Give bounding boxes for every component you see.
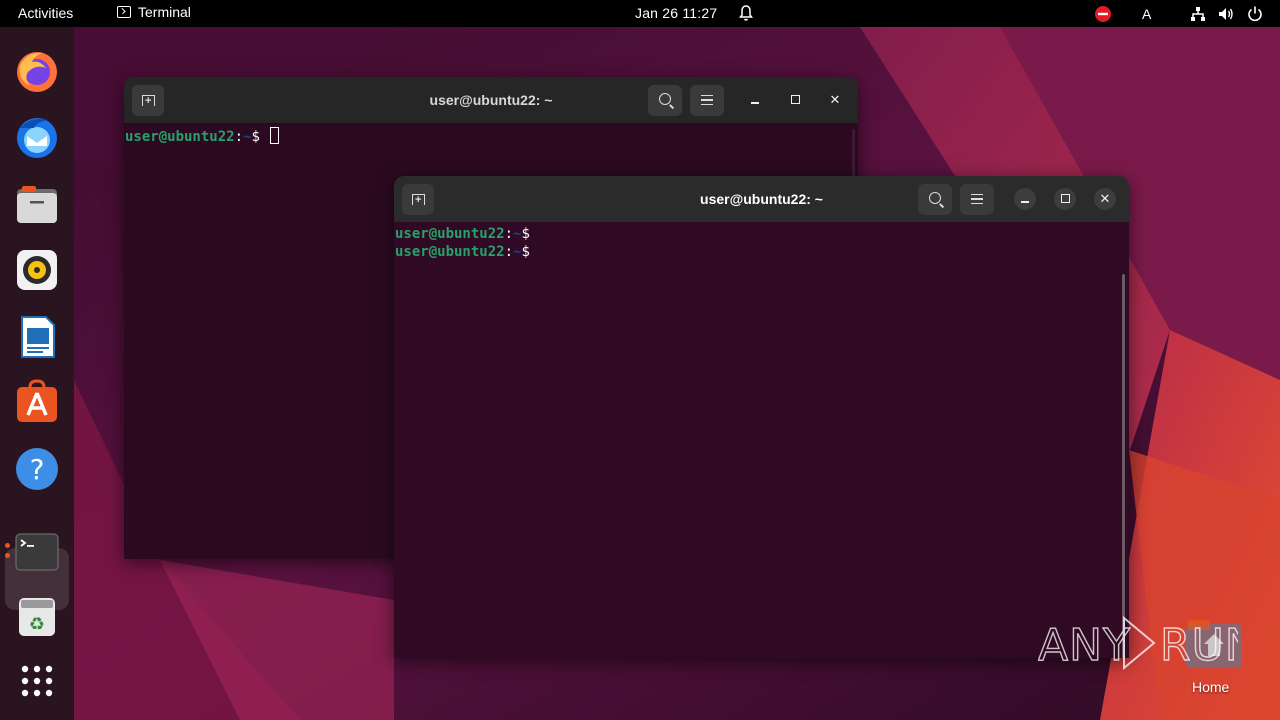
svg-text:RUN: RUN bbox=[1160, 620, 1238, 671]
volume-icon[interactable] bbox=[1217, 5, 1235, 23]
menu-button[interactable] bbox=[690, 85, 724, 116]
terminal-output[interactable]: user@ubuntu22:~$ user@ubuntu22:~$ bbox=[394, 222, 1129, 658]
show-applications-icon[interactable] bbox=[14, 658, 60, 704]
maximize-button[interactable] bbox=[784, 89, 806, 111]
minimize-button[interactable] bbox=[744, 89, 766, 111]
clock-button[interactable]: Jan 26 11:27 bbox=[635, 5, 717, 21]
anyrun-watermark-logo: ANY RUN bbox=[1038, 615, 1238, 672]
terminal-line: user@ubuntu22:~$ bbox=[395, 226, 530, 242]
terminal-icon bbox=[117, 6, 131, 18]
firefox-icon[interactable] bbox=[14, 48, 60, 94]
help-icon[interactable]: ? bbox=[14, 446, 60, 492]
home-folder-label: Home bbox=[1192, 679, 1230, 695]
window-titlebar[interactable]: + user@ubuntu22: ~ ✕ bbox=[394, 176, 1129, 222]
power-icon[interactable] bbox=[1246, 5, 1264, 23]
window-titlebar[interactable]: + user@ubuntu22: ~ ✕ bbox=[124, 77, 858, 123]
minimize-button[interactable] bbox=[1014, 188, 1036, 210]
network-wired-icon[interactable] bbox=[1189, 5, 1207, 23]
search-button[interactable] bbox=[918, 184, 952, 215]
running-indicator bbox=[5, 543, 10, 548]
rhythmbox-icon[interactable] bbox=[14, 247, 60, 293]
app-name-label: Terminal bbox=[138, 4, 191, 20]
svg-text:?: ? bbox=[30, 453, 45, 486]
maximize-icon bbox=[1060, 194, 1070, 203]
minimize-icon bbox=[751, 102, 759, 104]
thunderbird-icon[interactable] bbox=[14, 114, 60, 160]
search-icon bbox=[929, 192, 941, 204]
running-indicator bbox=[5, 553, 10, 558]
libreoffice-writer-icon[interactable] bbox=[14, 314, 60, 360]
text-cursor bbox=[270, 127, 280, 144]
close-button[interactable]: ✕ bbox=[1094, 188, 1116, 210]
svg-text:ANY: ANY bbox=[1038, 620, 1131, 671]
hamburger-menu-icon bbox=[971, 194, 983, 204]
terminal-line: user@ubuntu22:~$ bbox=[395, 244, 530, 260]
terminal-line: user@ubuntu22:~$ bbox=[125, 127, 280, 145]
minimize-icon bbox=[1021, 201, 1029, 203]
do-not-disturb-icon[interactable] bbox=[1094, 5, 1112, 23]
maximize-icon bbox=[790, 95, 800, 104]
menu-button[interactable] bbox=[960, 184, 994, 215]
maximize-button[interactable] bbox=[1054, 188, 1076, 210]
activities-button[interactable]: Activities bbox=[18, 5, 73, 21]
top-bar: Activities Terminal Jan 26 11:27 A bbox=[0, 0, 1280, 27]
keyboard-layout-indicator[interactable]: A bbox=[1142, 6, 1160, 24]
search-icon bbox=[659, 93, 671, 105]
dock: ? ♻ bbox=[0, 27, 74, 720]
terminal-icon[interactable] bbox=[14, 529, 60, 575]
close-button[interactable]: ✕ bbox=[824, 89, 846, 111]
terminal-window-foreground[interactable]: + user@ubuntu22: ~ ✕ user@ubuntu22:~$ us… bbox=[394, 176, 1129, 658]
scrollbar[interactable] bbox=[1122, 274, 1125, 658]
notification-bell-icon bbox=[739, 5, 753, 21]
ubuntu-software-icon[interactable] bbox=[14, 379, 60, 425]
app-menu-button[interactable]: Terminal bbox=[117, 4, 191, 20]
svg-text:♻: ♻ bbox=[29, 614, 45, 635]
files-icon[interactable] bbox=[14, 181, 60, 227]
hamburger-menu-icon bbox=[701, 95, 713, 105]
trash-icon[interactable]: ♻ bbox=[14, 594, 60, 640]
search-button[interactable] bbox=[648, 85, 682, 116]
